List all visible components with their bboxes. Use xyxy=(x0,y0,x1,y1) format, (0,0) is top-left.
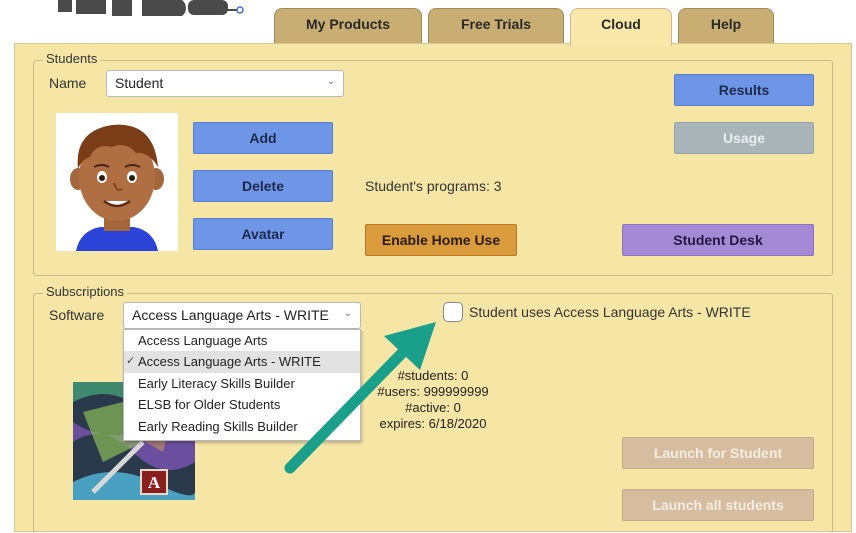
student-name-value: Student xyxy=(115,75,164,91)
student-desk-button[interactable]: Student Desk xyxy=(622,224,814,256)
avatar-button[interactable]: Avatar xyxy=(193,218,333,250)
student-uses-checkbox[interactable] xyxy=(443,302,463,322)
stat-users: #users: 999999999 xyxy=(377,384,489,399)
stat-active: #active: 0 xyxy=(405,400,461,415)
chevron-down-icon: ⌄ xyxy=(326,76,335,87)
product-logo xyxy=(58,0,244,16)
dropdown-option[interactable]: Early Literacy Skills Builder xyxy=(124,373,360,394)
student-name-select[interactable]: Student ⌄ xyxy=(106,70,344,97)
software-select[interactable]: Access Language Arts - WRITE ⌄ xyxy=(123,302,361,329)
dropdown-option-selected[interactable]: ✓ Access Language Arts - WRITE xyxy=(124,351,360,373)
checkmark-icon: ✓ xyxy=(126,355,136,368)
tab-my-products[interactable]: My Products xyxy=(274,8,422,44)
enable-home-use-button[interactable]: Enable Home Use xyxy=(365,224,517,256)
results-button[interactable]: Results xyxy=(674,74,814,106)
tab-help[interactable]: Help xyxy=(678,8,774,44)
tab-free-trials[interactable]: Free Trials xyxy=(428,8,564,44)
dropdown-option[interactable]: Early Reading Skills Builder xyxy=(124,416,360,437)
launch-for-student-button[interactable]: Launch for Student xyxy=(622,437,814,469)
name-label: Name xyxy=(49,75,87,91)
software-dropdown-list: Access Language Arts ✓ Access Language Ar… xyxy=(123,329,361,441)
delete-button[interactable]: Delete xyxy=(193,170,333,202)
student-uses-label: Student uses Access Language Arts - WRIT… xyxy=(469,304,751,320)
stat-students: #students: 0 xyxy=(397,368,469,383)
software-label: Software xyxy=(49,307,105,323)
student-avatar xyxy=(56,113,178,251)
cover-badge-text: A xyxy=(148,473,161,492)
launch-all-students-button[interactable]: Launch all students xyxy=(622,489,814,521)
usage-button[interactable]: Usage xyxy=(674,122,814,154)
cloud-panel: Students Name Student ⌄ Add Delete Avata… xyxy=(14,43,852,533)
chevron-down-icon: ⌄ xyxy=(343,308,352,319)
stat-expires: expires: 6/18/2020 xyxy=(379,416,487,431)
add-button[interactable]: Add xyxy=(193,122,333,154)
subscription-stats: #students: 0 #users: 999999999 #active: … xyxy=(373,368,493,432)
subscriptions-legend: Subscriptions xyxy=(43,284,128,299)
students-programs-text: Student's programs: 3 xyxy=(365,178,502,194)
dropdown-option[interactable]: Access Language Arts xyxy=(124,330,360,351)
software-select-value: Access Language Arts - WRITE xyxy=(132,307,329,323)
students-legend: Students xyxy=(43,51,101,66)
tab-cloud[interactable]: Cloud xyxy=(570,8,672,46)
dropdown-option[interactable]: ELSB for Older Students xyxy=(124,394,360,415)
